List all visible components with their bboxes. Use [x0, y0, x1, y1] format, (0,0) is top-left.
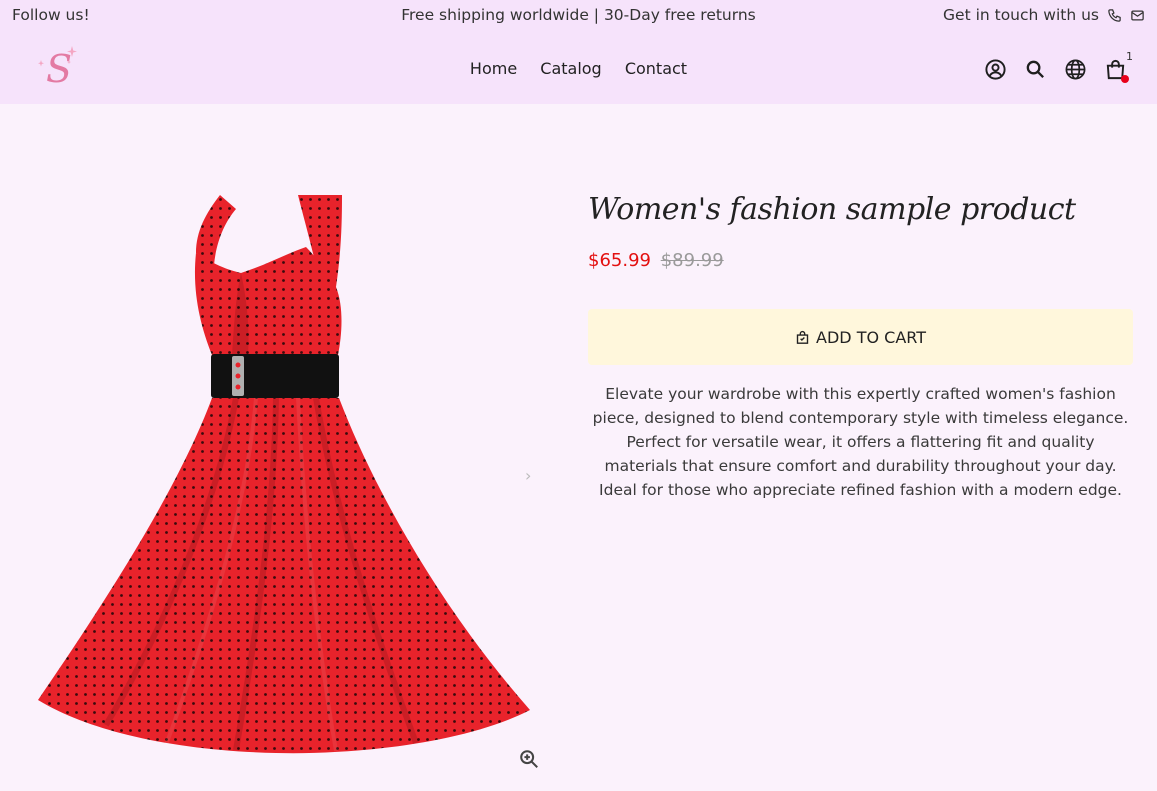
contact-link[interactable]: Get in touch with us [943, 6, 1145, 24]
account-icon [985, 59, 1006, 80]
phone-icon[interactable] [1107, 8, 1122, 23]
sale-price: $65.99 [588, 250, 651, 271]
cart-count: 1 [1126, 50, 1133, 63]
nav-contact[interactable]: Contact [625, 59, 687, 78]
compare-price: $89.99 [660, 250, 724, 271]
site-header: S Home Catalog Contact 1 [0, 32, 1157, 104]
shopping-bag-icon [796, 330, 809, 344]
cart-button[interactable]: 1 [1104, 50, 1133, 83]
contact-text: Get in touch with us [943, 6, 1099, 24]
announcement-bar: Follow us! Free shipping worldwide | 30-… [0, 0, 1157, 32]
nav-home[interactable]: Home [470, 59, 517, 78]
add-to-cart-label: ADD TO CART [816, 327, 926, 347]
language-button[interactable] [1064, 58, 1087, 81]
globe-icon [1065, 59, 1086, 80]
nav-catalog[interactable]: Catalog [540, 59, 601, 78]
product-title: Women's fashion sample product [588, 192, 1076, 227]
cart-badge-dot [1121, 75, 1129, 83]
next-image-arrow[interactable]: › [525, 466, 531, 485]
add-to-cart-button[interactable]: ADD TO CART [588, 309, 1133, 365]
account-button[interactable] [984, 58, 1007, 81]
product-prices: $65.99 $89.99 [588, 250, 724, 271]
mail-icon[interactable] [1130, 8, 1145, 23]
search-button[interactable] [1024, 58, 1047, 81]
product-description: Elevate your wardrobe with this expertly… [592, 385, 1129, 499]
header-icons: 1 [984, 50, 1133, 83]
search-icon [1026, 60, 1044, 78]
product-image[interactable] [36, 195, 536, 760]
zoom-in-icon[interactable] [518, 748, 540, 770]
